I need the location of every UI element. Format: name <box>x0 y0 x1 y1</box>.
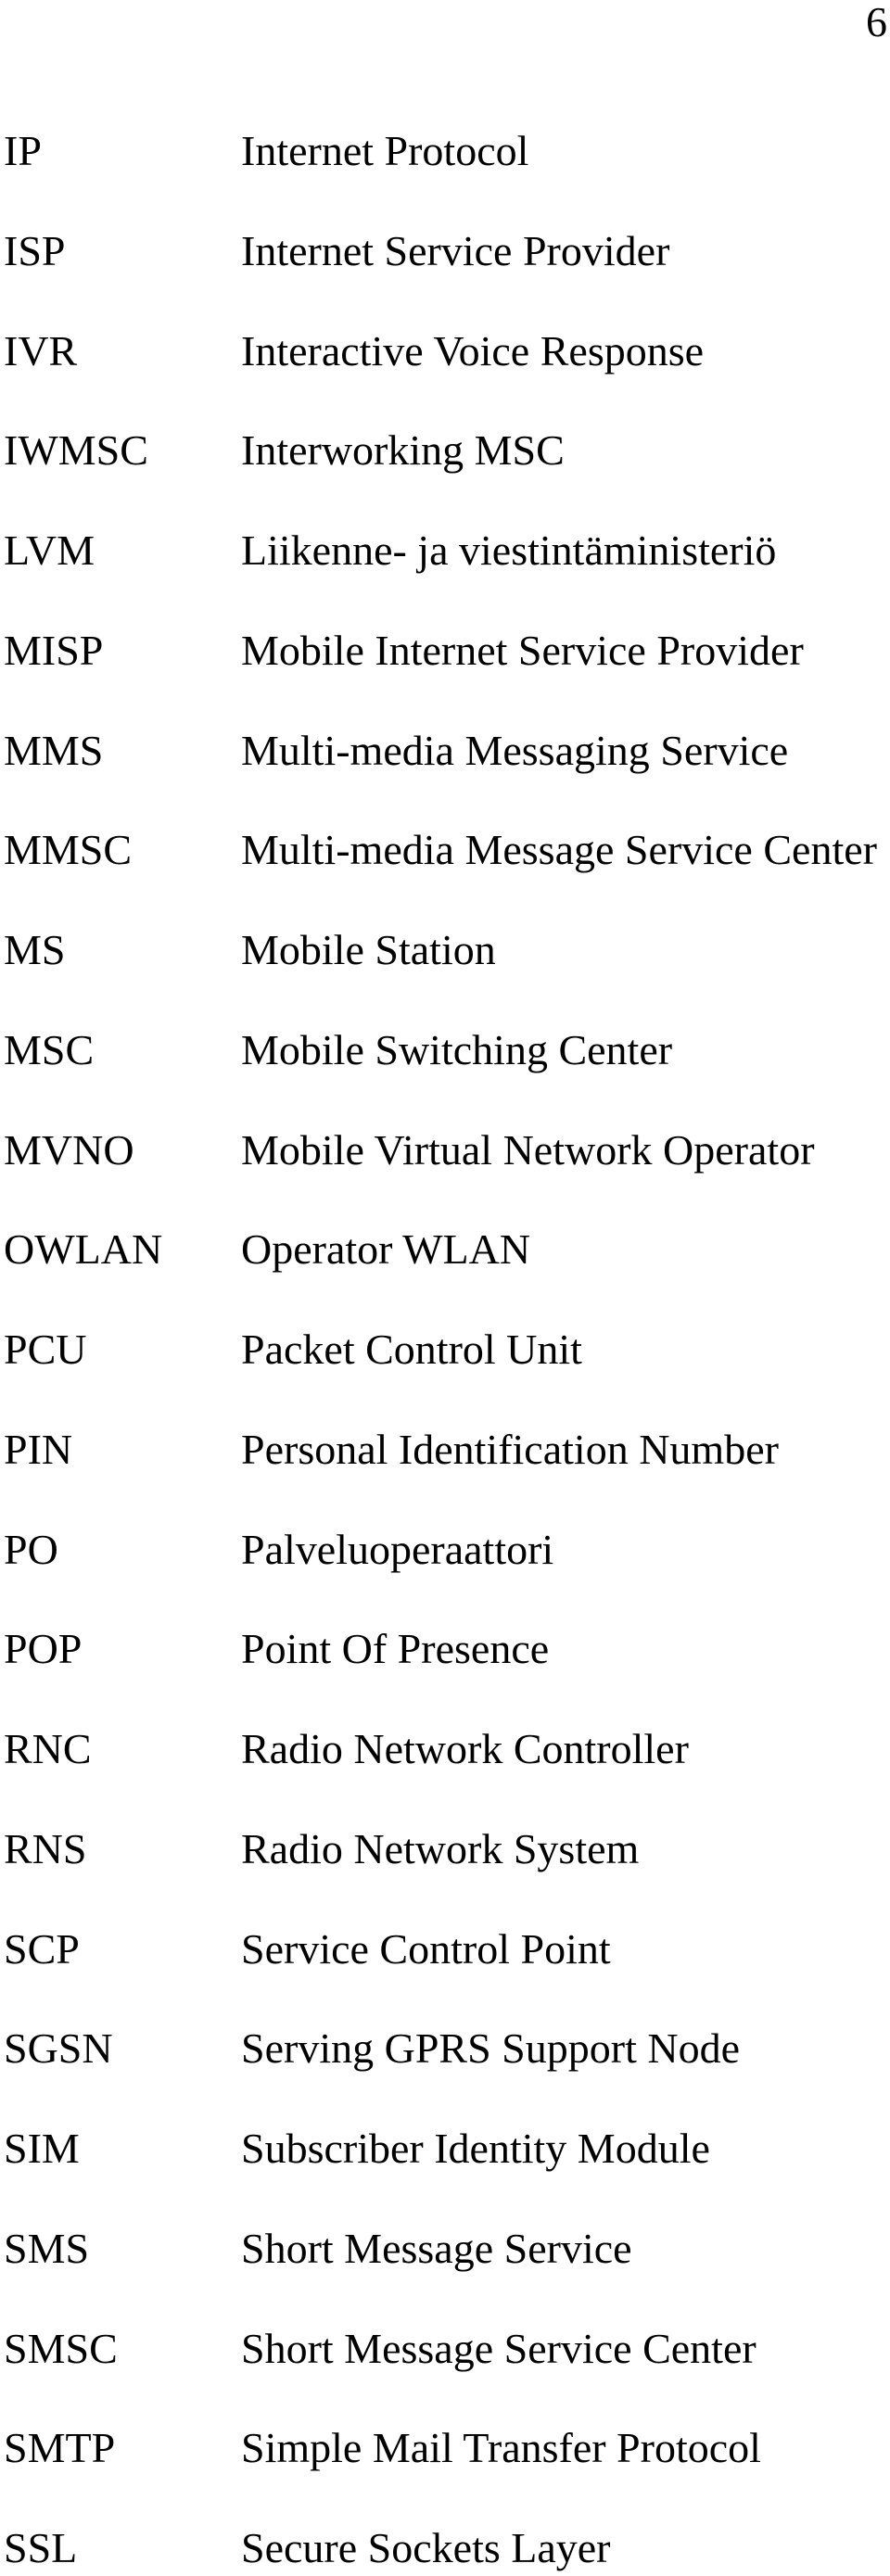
abbreviation-row: MSC Mobile Switching Center <box>0 1022 890 1078</box>
abbreviation-row: IWMSC Interworking MSC <box>0 423 890 478</box>
abbreviation-definition: Short Message Service <box>241 2224 632 2272</box>
abbreviation-definition: Service Control Point <box>241 1924 611 1973</box>
abbreviation-definition: Personal Identification Number <box>241 1425 779 1473</box>
abbreviation-definition: Palveluoperaattori <box>241 1525 554 1573</box>
abbreviation-row: MISP Mobile Internet Service Provider <box>0 623 890 679</box>
abbreviation-definition: Liikenne- ja viestintäministeriö <box>241 527 777 574</box>
abbreviation-term: IP <box>4 127 42 174</box>
abbreviation-term: RNC <box>4 1725 92 1772</box>
abbreviation-definition: Radio Network System <box>241 1824 640 1872</box>
abbreviation-row: MMSC Multi-media Message Service Center <box>0 822 890 878</box>
abbreviation-term: PO <box>4 1525 58 1573</box>
abbreviation-row: OWLAN Operator WLAN <box>0 1222 890 1277</box>
abbreviation-term: SMS <box>4 2224 90 2272</box>
abbreviation-row: LVM Liikenne- ja viestintäministeriö <box>0 523 890 578</box>
abbreviation-term: MMSC <box>4 826 133 874</box>
abbreviation-definition: Radio Network Controller <box>241 1725 689 1772</box>
abbreviation-row: PIN Personal Identification Number <box>0 1422 890 1478</box>
abbreviation-term: SCP <box>4 1924 80 1973</box>
abbreviation-definition: Packet Control Unit <box>241 1326 582 1373</box>
abbreviation-term: SMSC <box>4 2324 118 2372</box>
abbreviation-row: MMS Multi-media Messaging Service <box>0 723 890 779</box>
abbreviation-term: MVNO <box>4 1125 134 1174</box>
abbreviation-row: SIM Subscriber Identity Module <box>0 2121 890 2176</box>
abbreviation-row: IVR Interactive Voice Response <box>0 324 890 379</box>
abbreviation-row: POP Point Of Presence <box>0 1621 890 1677</box>
abbreviation-definition: Mobile Internet Service Provider <box>241 626 804 674</box>
abbreviation-definition: Subscriber Identity Module <box>241 2125 710 2172</box>
abbreviation-row: SMS Short Message Service <box>0 2221 890 2277</box>
abbreviation-term: SGSN <box>4 2024 113 2073</box>
abbreviation-row: SSL Secure Sockets Layer <box>0 2520 890 2576</box>
abbreviation-definition: Secure Sockets Layer <box>241 2524 611 2571</box>
abbreviation-row: SMTP Simple Mail Transfer Protocol <box>0 2420 890 2476</box>
abbreviation-row: PCU Packet Control Unit <box>0 1322 890 1377</box>
abbreviation-term: IVR <box>4 326 78 374</box>
abbreviation-row: IP Internet Protocol <box>0 123 890 179</box>
abbreviation-term: MS <box>4 926 66 973</box>
abbreviation-row: SMSC Short Message Service Center <box>0 2321 890 2377</box>
abbreviation-definition: Multi-media Messaging Service <box>241 726 789 774</box>
abbreviation-definition: Simple Mail Transfer Protocol <box>241 2424 761 2472</box>
abbreviation-term: ISP <box>4 226 66 274</box>
abbreviation-term: LVM <box>4 527 95 574</box>
abbreviation-definition: Internet Service Provider <box>241 226 670 274</box>
abbreviation-row: RNS Radio Network System <box>0 1821 890 1877</box>
abbreviation-definition: Mobile Station <box>241 926 496 973</box>
abbreviation-row: PO Palveluoperaattori <box>0 1522 890 1578</box>
abbreviation-term: PIN <box>4 1425 73 1473</box>
abbreviation-list: IP Internet Protocol ISP Internet Service P… <box>0 0 890 2572</box>
abbreviation-row: SCP Service Control Point <box>0 1922 890 1977</box>
abbreviation-definition: Multi-media Message Service Center <box>241 826 877 874</box>
abbreviation-term: MISP <box>4 626 104 674</box>
abbreviation-term: MMS <box>4 726 104 774</box>
abbreviation-row: RNC Radio Network Controller <box>0 1721 890 1777</box>
abbreviation-definition: Short Message Service Center <box>241 2324 756 2372</box>
abbreviation-term: OWLAN <box>4 1225 163 1274</box>
abbreviation-row: MVNO Mobile Virtual Network Operator <box>0 1123 890 1178</box>
abbreviation-definition: Internet Protocol <box>241 127 529 174</box>
abbreviation-definition: Serving GPRS Support Node <box>241 2024 740 2073</box>
abbreviation-term: IWMSC <box>4 426 148 475</box>
abbreviation-definition: Interactive Voice Response <box>241 326 705 374</box>
abbreviation-definition: Mobile Switching Center <box>241 1025 673 1073</box>
abbreviation-row: SGSN Serving GPRS Support Node <box>0 2021 890 2076</box>
abbreviation-definition: Interworking MSC <box>241 426 565 475</box>
abbreviation-term: SMTP <box>4 2424 116 2472</box>
abbreviation-row: ISP Internet Service Provider <box>0 223 890 279</box>
abbreviation-term: RNS <box>4 1824 87 1872</box>
abbreviation-row: MS Mobile Station <box>0 922 890 978</box>
abbreviation-term: PCU <box>4 1326 87 1373</box>
abbreviation-definition: Point Of Presence <box>241 1625 550 1673</box>
abbreviation-term: SSL <box>4 2524 78 2571</box>
abbreviation-term: SIM <box>4 2125 80 2172</box>
abbreviation-term: MSC <box>4 1025 95 1073</box>
abbreviation-definition: Mobile Virtual Network Operator <box>241 1125 815 1174</box>
abbreviation-term: POP <box>4 1625 83 1673</box>
abbreviation-definition: Operator WLAN <box>241 1225 531 1274</box>
